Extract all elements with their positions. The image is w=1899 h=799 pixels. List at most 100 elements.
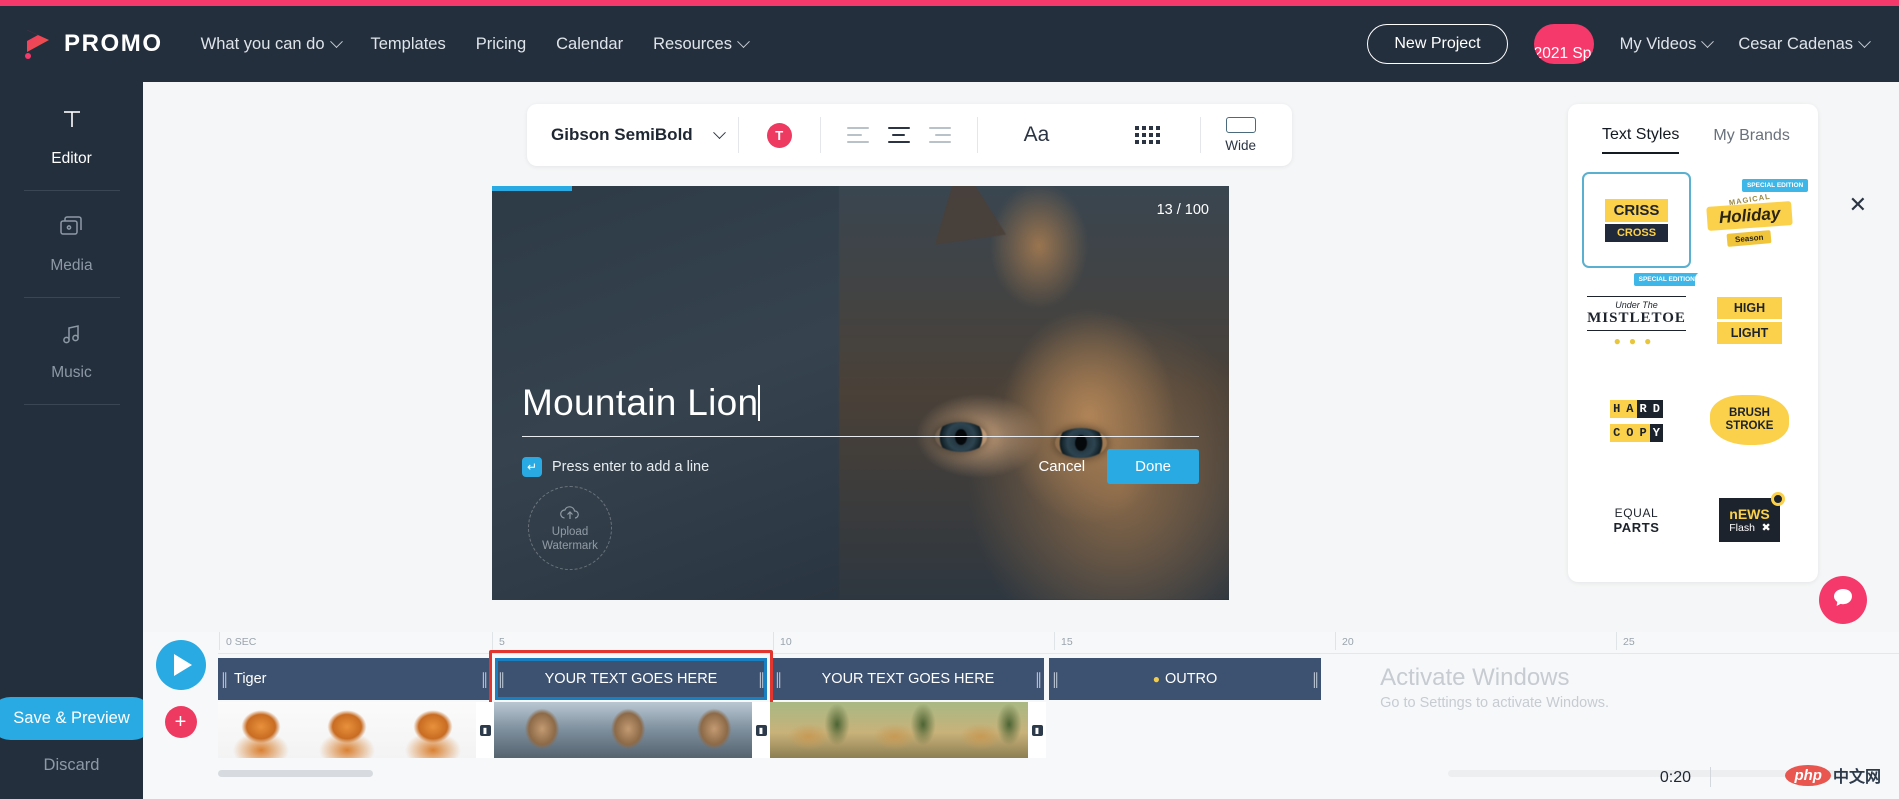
text-icon (59, 106, 85, 137)
filmstrip-frame[interactable] (666, 702, 752, 758)
filmstrip-frame[interactable] (942, 702, 1028, 758)
special-edition-badge: SPECIAL EDITION (1633, 272, 1700, 286)
timeline-track: 0 SEC 5 10 15 20 25 ║ Tiger ║ ║ YOUR TEX… (218, 632, 1899, 799)
sidebar-item-label: Editor (51, 150, 92, 167)
sidebar-item-music[interactable]: Music (0, 298, 143, 404)
style-thumb-under-the-mistletoe[interactable]: SPECIAL EDITION Under The MISTLETOE ●●● (1582, 272, 1700, 368)
cancel-button[interactable]: Cancel (1038, 458, 1085, 475)
nav-item-pricing[interactable]: Pricing (476, 35, 526, 54)
enter-hint: ↵ Press enter to add a line (522, 456, 709, 477)
chevron-down-icon (712, 125, 726, 139)
intercom-chat-button[interactable] (1819, 576, 1867, 624)
style-line-3: Season (1726, 229, 1773, 247)
timeline-clip-tiger[interactable]: ║ Tiger ║ (218, 658, 490, 700)
clip-grip-right-icon[interactable]: ║ (755, 672, 767, 687)
text-input-field[interactable]: Mountain Lion (522, 382, 1199, 436)
top-navbar: PROMO What you can do Templates Pricing … (0, 6, 1899, 82)
close-panel-button[interactable]: ✕ (1849, 194, 1867, 216)
filmstrip-frame[interactable] (1218, 702, 1304, 758)
text-color-button[interactable]: T (739, 122, 820, 148)
timeline-clip-text-2[interactable]: ║ YOUR TEXT GOES HERE ║ (772, 658, 1044, 700)
rail-bottom-actions: Save & Preview Discard (0, 697, 154, 799)
filmstrip-frame[interactable] (1046, 702, 1132, 758)
style-line-2: CROSS (1604, 223, 1669, 242)
style-thumb-magical-holiday[interactable]: SPECIAL EDITION MAGICAL Holiday Season (1695, 172, 1809, 268)
sidebar-item-media[interactable]: Media (0, 191, 143, 297)
timeline-scrollbar[interactable] (218, 770, 1899, 777)
clip-grip-left-icon[interactable]: ║ (1049, 672, 1061, 687)
clip-grip-right-icon[interactable]: ║ (1032, 672, 1044, 687)
sidebar-item-label: Music (51, 364, 92, 381)
filmstrip: ▮ ▮ ▮ (218, 702, 1304, 758)
done-button[interactable]: Done (1107, 449, 1199, 485)
video-canvas[interactable]: 13 / 100 Mountain Lion ↵ Press enter to … (492, 186, 1229, 600)
discard-button[interactable]: Discard (44, 756, 100, 775)
styles-grid-button[interactable] (1095, 126, 1200, 144)
special-offer-button[interactable]: 2021 Special Offer! (1533, 24, 1594, 64)
promo-logo-text: PROMO (64, 30, 163, 57)
left-rail: Editor Media Music Save & Preview Discar… (0, 82, 154, 799)
align-right-icon[interactable] (928, 127, 951, 143)
sidebar-item-label: Media (50, 257, 93, 274)
transition-handle[interactable]: ▮ (752, 702, 770, 758)
nav-item-what-you-can-do[interactable]: What you can do (201, 35, 343, 54)
text-case-button[interactable]: Aa (978, 123, 1096, 147)
clip-grip-right-icon[interactable]: ║ (478, 672, 490, 687)
style-line-2: PARTS (1613, 519, 1660, 535)
promo-logo[interactable]: PROMO (22, 27, 163, 61)
text-edit-overlay: Mountain Lion ↵ Press enter to add a lin… (522, 382, 1199, 485)
style-thumb-news-flash[interactable]: nEWS Flash ✖ (1695, 472, 1804, 568)
tab-text-styles[interactable]: Text Styles (1602, 126, 1680, 154)
filmstrip-frame[interactable] (304, 702, 390, 758)
style-thumb-equal-parts[interactable]: EQUAL PARTS (1582, 472, 1691, 568)
clip-label: YOUR TEXT GOES HERE (544, 671, 718, 687)
text-edit-actions: Cancel Done (1038, 449, 1199, 485)
play-button[interactable] (155, 640, 206, 690)
tab-my-brands[interactable]: My Brands (1713, 127, 1789, 153)
align-center-icon[interactable] (887, 127, 910, 143)
nav-label: Pricing (475, 34, 527, 53)
save-preview-button[interactable]: Save & Preview (0, 697, 154, 740)
scrollbar-track[interactable] (1448, 770, 1848, 777)
timeline-clip-text-1[interactable]: ║ YOUR TEXT GOES HERE ║ (495, 658, 767, 700)
upload-watermark-dropzone[interactable]: Upload Watermark (528, 486, 612, 570)
style-thumb-criss-cross[interactable]: CRISS CROSS (1582, 172, 1691, 268)
clip-grip-left-icon[interactable]: ║ (772, 672, 784, 687)
filmstrip-frame[interactable] (1132, 702, 1218, 758)
wide-box-icon (1225, 117, 1256, 133)
style-thumb-brush-stroke[interactable]: BRUSH STROKE (1695, 372, 1804, 468)
filmstrip-frame[interactable] (218, 702, 304, 758)
style-thumb-high-light[interactable]: HIGH LIGHT (1695, 272, 1804, 368)
filmstrip-frame[interactable] (770, 702, 856, 758)
nav-item-calendar[interactable]: Calendar (556, 35, 623, 54)
ruler-tick: 10 (773, 632, 792, 650)
filmstrip-frame[interactable] (856, 702, 942, 758)
my-videos-menu[interactable]: My Videos (1620, 35, 1715, 54)
transition-handle[interactable]: ▮ (1028, 702, 1046, 758)
align-left-icon[interactable] (846, 127, 869, 143)
filmstrip-frame[interactable] (494, 702, 580, 758)
text-size-wide-button[interactable]: Wide (1201, 117, 1292, 153)
clip-grip-left-icon[interactable]: ║ (218, 672, 230, 687)
style-thumb-hard-copy[interactable]: HARD COPY (1582, 372, 1691, 468)
filmstrip-frame[interactable] (580, 702, 666, 758)
nav-item-templates[interactable]: Templates (371, 35, 446, 54)
main-nav: What you can do Templates Pricing Calend… (201, 35, 750, 54)
clip-grip-left-icon[interactable]: ║ (495, 672, 507, 687)
add-scene-button[interactable]: + (164, 706, 197, 738)
new-project-button[interactable]: New Project (1367, 24, 1508, 64)
timeline-clip-outro[interactable]: ║ ● OUTRO ║ (1049, 658, 1321, 700)
font-family-select[interactable]: Gibson SemiBold (527, 125, 738, 145)
filmstrip-frame[interactable] (390, 702, 476, 758)
clip-grip-right-icon[interactable]: ║ (1309, 672, 1321, 687)
scrollbar-thumb[interactable] (218, 770, 373, 777)
rail-divider (23, 404, 120, 405)
nav-item-resources[interactable]: Resources (653, 35, 750, 54)
account-menu[interactable]: Cesar Cadenas (1738, 34, 1871, 54)
account-label: Cesar Cadenas (1738, 34, 1853, 53)
transition-handle[interactable]: ▮ (476, 702, 494, 758)
sidebar-item-editor[interactable]: Editor (0, 82, 143, 190)
text-styles-grid: CRISS CROSS SPECIAL EDITION MAGICAL Holi… (1568, 154, 1818, 586)
style-line-2: COPY (1610, 420, 1663, 444)
clip-label-wrap: ● OUTRO (1061, 671, 1309, 687)
